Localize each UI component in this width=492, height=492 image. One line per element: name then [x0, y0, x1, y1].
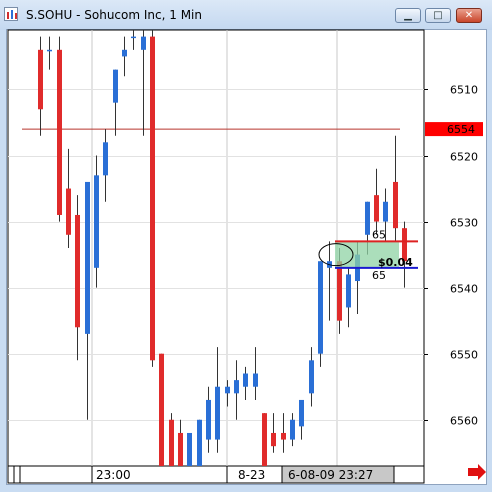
- candle-body: [103, 142, 108, 176]
- candle: [169, 413, 174, 466]
- candle: [187, 432, 192, 466]
- scroll-right-arrow-icon[interactable]: [468, 464, 486, 480]
- candle-body: [309, 360, 314, 394]
- candle-body: [178, 432, 183, 466]
- order-qty-top: 65: [372, 228, 386, 241]
- candle-body: [337, 261, 342, 321]
- candle-body: [47, 49, 52, 52]
- order-qty-bottom: 65: [372, 269, 386, 282]
- candle-body: [393, 181, 398, 229]
- crosshair-time-label: 6-08-09 23:27: [288, 468, 373, 482]
- candle-body: [150, 36, 155, 361]
- candle: [150, 30, 155, 367]
- candle-body: [318, 261, 323, 354]
- candle-body: [271, 432, 276, 447]
- price-tick-label: 6560: [450, 415, 478, 428]
- candle: [159, 353, 164, 466]
- current-price-label: 6554: [447, 123, 475, 136]
- candle-body: [365, 201, 370, 235]
- candle-body: [159, 353, 164, 466]
- price-tick-label: 6540: [450, 283, 478, 296]
- candle-body: [169, 419, 174, 466]
- price-tick-label: 6530: [450, 217, 478, 230]
- candle-body: [346, 274, 351, 308]
- candle-body: [113, 69, 118, 103]
- candle-body: [66, 188, 71, 235]
- candle-body: [253, 373, 258, 387]
- candle-body: [75, 214, 80, 328]
- position-pl-label: $0.04: [378, 256, 413, 269]
- candle-body: [225, 386, 230, 394]
- candle-body: [281, 432, 286, 440]
- candle-body: [215, 386, 220, 440]
- candle: [57, 36, 62, 222]
- candle-body: [57, 49, 62, 215]
- candle: [318, 261, 323, 367]
- candle-body: [234, 380, 239, 394]
- time-label-2300: 23:00: [96, 468, 131, 482]
- price-tick-label: 6520: [450, 151, 478, 164]
- candle-body: [141, 36, 146, 50]
- candle-body: [374, 195, 379, 222]
- candle-body: [206, 399, 211, 440]
- candle-body: [131, 36, 136, 39]
- candle-body: [94, 175, 99, 268]
- candle-body: [262, 413, 267, 466]
- time-label-date: 8-23: [238, 468, 265, 482]
- candle-body: [243, 373, 248, 387]
- candle-body: [122, 49, 127, 57]
- price-tick-label: 6550: [450, 349, 478, 362]
- candle: [94, 155, 99, 288]
- price-tick-label: 6510: [450, 84, 478, 97]
- price-chart[interactable]: 6565$0.04 6560655065406530652065106554 2…: [0, 0, 492, 492]
- candle-body: [38, 49, 43, 110]
- candle: [262, 413, 267, 466]
- candle: [197, 419, 202, 466]
- candle-body: [85, 181, 90, 334]
- candle-body: [299, 399, 304, 427]
- candle-body: [383, 201, 388, 222]
- candle-body: [197, 419, 202, 466]
- candle-body: [290, 419, 295, 440]
- candle-body: [187, 432, 192, 466]
